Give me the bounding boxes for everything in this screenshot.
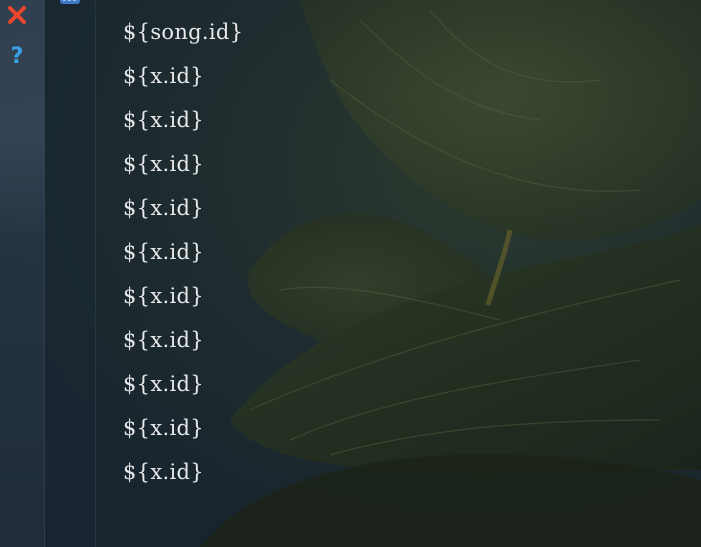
code-line: ${x.id} bbox=[123, 196, 204, 220]
code-line: ${song.id} bbox=[123, 20, 244, 44]
code-line: ${x.id} bbox=[123, 416, 204, 440]
left-toolbar: ? bbox=[0, 0, 45, 547]
close-icon bbox=[8, 6, 26, 24]
code-editor[interactable]: ${song.id} ${x.id} ${x.id} ${x.id} ${x.i… bbox=[123, 14, 243, 498]
close-button[interactable] bbox=[6, 4, 28, 26]
code-line: ${x.id} bbox=[123, 328, 204, 352]
code-line: ${x.id} bbox=[123, 152, 204, 176]
editor-window: ? ${song.id} ${x.id} ${x.id} ${x.id} ${x… bbox=[0, 0, 701, 547]
background-leaf-image bbox=[200, 0, 701, 547]
code-line: ${x.id} bbox=[123, 460, 204, 484]
code-line: ${x.id} bbox=[123, 372, 204, 396]
line-gutter bbox=[45, 0, 96, 547]
code-line: ${x.id} bbox=[123, 108, 204, 132]
code-line: ${x.id} bbox=[123, 240, 204, 264]
code-line: ${x.id} bbox=[123, 284, 204, 308]
help-button[interactable]: ? bbox=[6, 44, 28, 70]
help-icon: ? bbox=[10, 44, 24, 69]
code-line: ${x.id} bbox=[123, 64, 204, 88]
fold-marker-icon[interactable] bbox=[58, 0, 82, 6]
